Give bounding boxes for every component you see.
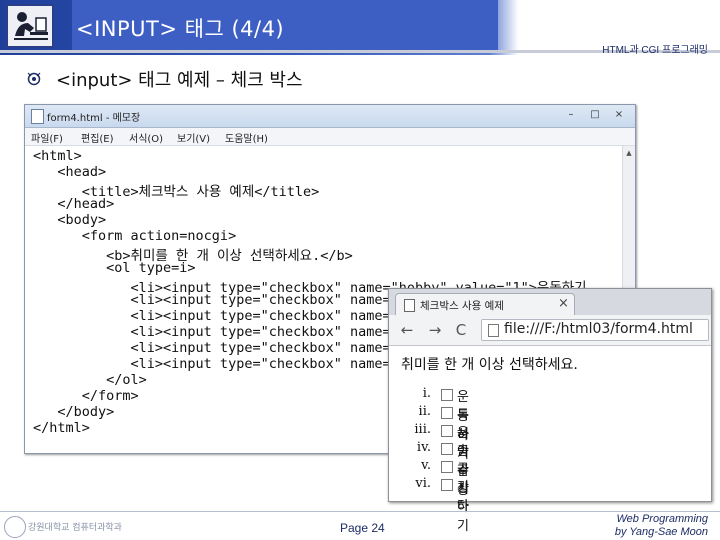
menu-view[interactable]: 보기(V) [177,130,210,145]
menu-edit[interactable]: 편집(E) [81,130,114,145]
hobby-checkbox[interactable] [441,461,453,473]
code-line: <body> [33,212,107,228]
address-bar[interactable]: file:///F:/html03/form4.html [481,319,709,341]
code-line: <li><input type="checkbox" name= [33,356,391,372]
school-name: 강원대학교 컴퓨터과학과 [28,523,122,533]
notepad-menubar: 파일(F) 편집(E) 서식(O) 보기(V) 도움말(H) [25,128,635,146]
form-heading: 취미를 한 개 이상 선택하세요. [401,357,578,373]
document-icon [31,109,44,124]
menu-file[interactable]: 파일(F) [31,130,63,145]
code-line: <li><input type="checkbox" name= [33,308,391,324]
file-page-icon [488,324,499,337]
course-label: HTML과 CGI 프로그래밍 [602,45,708,56]
url-text: file:///F:/html03/form4.html [504,321,693,337]
tab-close-icon[interactable]: × [558,296,569,311]
maximize-button[interactable]: □ [585,108,605,122]
menu-format[interactable]: 서식(O) [129,130,163,145]
list-numeral: iii. [414,422,431,437]
list-numeral: v. [421,458,431,473]
code-line: </ol> [33,372,147,388]
menu-help[interactable]: 도움말(H) [225,130,268,145]
hobby-checkbox[interactable] [441,443,453,455]
code-line: <li><input type="checkbox" name= [33,340,391,356]
tab-title: 체크박스 사용 예제 [420,300,504,312]
close-button[interactable]: × [609,108,629,122]
list-numeral: vi. [415,476,431,491]
footer-credit: Web Programming by Yang-Sae Moon [588,513,708,539]
page-icon [404,299,415,312]
browser-content: 취미를 한 개 이상 선택하세요. i. 운동하기 ii. 독서 iii. 음악… [389,346,711,534]
notepad-title: form4.html - 메모장 [47,113,141,124]
university-seal-icon [4,516,26,538]
browser-toolbar: ← → C file:///F:/html03/form4.html [389,315,711,346]
list-numeral: ii. [418,404,431,419]
slide-title: <INPUT> 태그 (4/4) [76,17,285,41]
presenter-logo-icon [6,4,54,48]
browser-tabstrip: 체크박스 사용 예제 × [389,289,711,316]
code-line: </form> [33,388,139,404]
back-arrow-icon[interactable]: ← [397,320,417,340]
footer-divider [0,511,720,512]
browser-tab[interactable]: 체크박스 사용 예제 × [395,293,575,316]
list-numeral: iv. [416,440,431,455]
page-number: Page 24 [340,521,385,535]
hobby-checkbox[interactable] [441,479,453,491]
scroll-up-icon[interactable]: ▲ [624,148,634,158]
bullet-icon [27,72,41,86]
code-line: <li><input type="checkbox" name= [33,324,391,340]
code-line: <html> [33,148,82,164]
list-numeral: i. [422,386,431,401]
hobby-checkbox[interactable] [441,389,453,401]
forward-arrow-icon[interactable]: → [425,320,445,340]
code-line: <form action=nocgi> [33,228,237,244]
minimize-button[interactable]: – [561,108,581,122]
credit-line-1: Web Programming [616,513,709,525]
credit-line-2: by Yang-Sae Moon [614,526,708,538]
code-line: <head> [33,164,107,180]
code-line: </body> [33,404,115,420]
browser-window: 체크박스 사용 예제 × ← → C file:///F:/html03/for… [388,288,712,534]
code-line: </head> [33,196,115,212]
hobby-checkbox[interactable] [441,407,453,419]
slide-subtitle: <input> 태그 예제 – 체크 박스 [56,70,303,91]
checkbox-label: 기타 [457,480,469,514]
reload-icon[interactable]: C [451,320,471,340]
notepad-titlebar[interactable]: form4.html - 메모장 – □ × [25,105,635,128]
code-line: <li><input type="checkbox" name= [33,292,391,308]
hobby-checkbox[interactable] [441,425,453,437]
code-line: </html> [33,420,90,436]
code-line: <ol type=i> [33,260,196,276]
